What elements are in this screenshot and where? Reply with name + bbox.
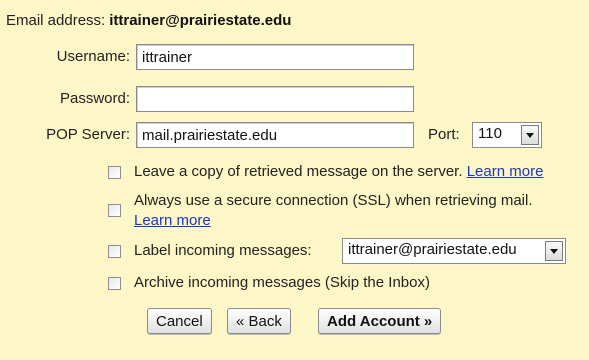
port-select[interactable]: 110 [472, 122, 542, 148]
port-select-value: 110 [478, 125, 502, 142]
email-address-row: Email address: ittrainer@prairiestate.edu [6, 12, 291, 29]
password-input[interactable] [136, 86, 414, 112]
email-address-value: ittrainer@prairiestate.edu [109, 12, 292, 29]
pop-server-input[interactable] [136, 122, 414, 148]
label-incoming-checkbox[interactable] [108, 245, 121, 258]
label-select[interactable]: ittrainer@prairiestate.edu [342, 238, 566, 264]
username-label: Username: [56, 48, 130, 65]
back-button[interactable]: « Back [227, 308, 291, 334]
ssl-checkbox[interactable] [108, 204, 121, 217]
add-account-button[interactable]: Add Account » [318, 308, 442, 334]
username-input[interactable] [136, 44, 414, 70]
label-select-value: ittrainer@prairiestate.edu [348, 241, 517, 258]
email-address-label: Email address: [6, 12, 106, 29]
leave-copy-checkbox[interactable] [108, 166, 121, 179]
leave-copy-learn-more-link[interactable]: Learn more [467, 163, 544, 180]
chevron-down-icon[interactable] [545, 241, 563, 261]
password-label: Password: [59, 90, 130, 107]
ssl-learn-more-link[interactable]: Learn more [134, 212, 211, 229]
leave-copy-label: Leave a copy of retrieved message on the… [134, 163, 463, 180]
port-label: Port: [428, 126, 460, 143]
cancel-button[interactable]: Cancel [147, 308, 212, 334]
pop-server-label: POP Server: [46, 126, 130, 143]
chevron-down-icon[interactable] [521, 125, 539, 145]
archive-checkbox[interactable] [108, 277, 121, 290]
ssl-label: Always use a secure connection (SSL) whe… [134, 192, 533, 209]
label-incoming-label: Label incoming messages: [134, 242, 312, 259]
archive-label: Archive incoming messages (Skip the Inbo… [134, 274, 430, 291]
